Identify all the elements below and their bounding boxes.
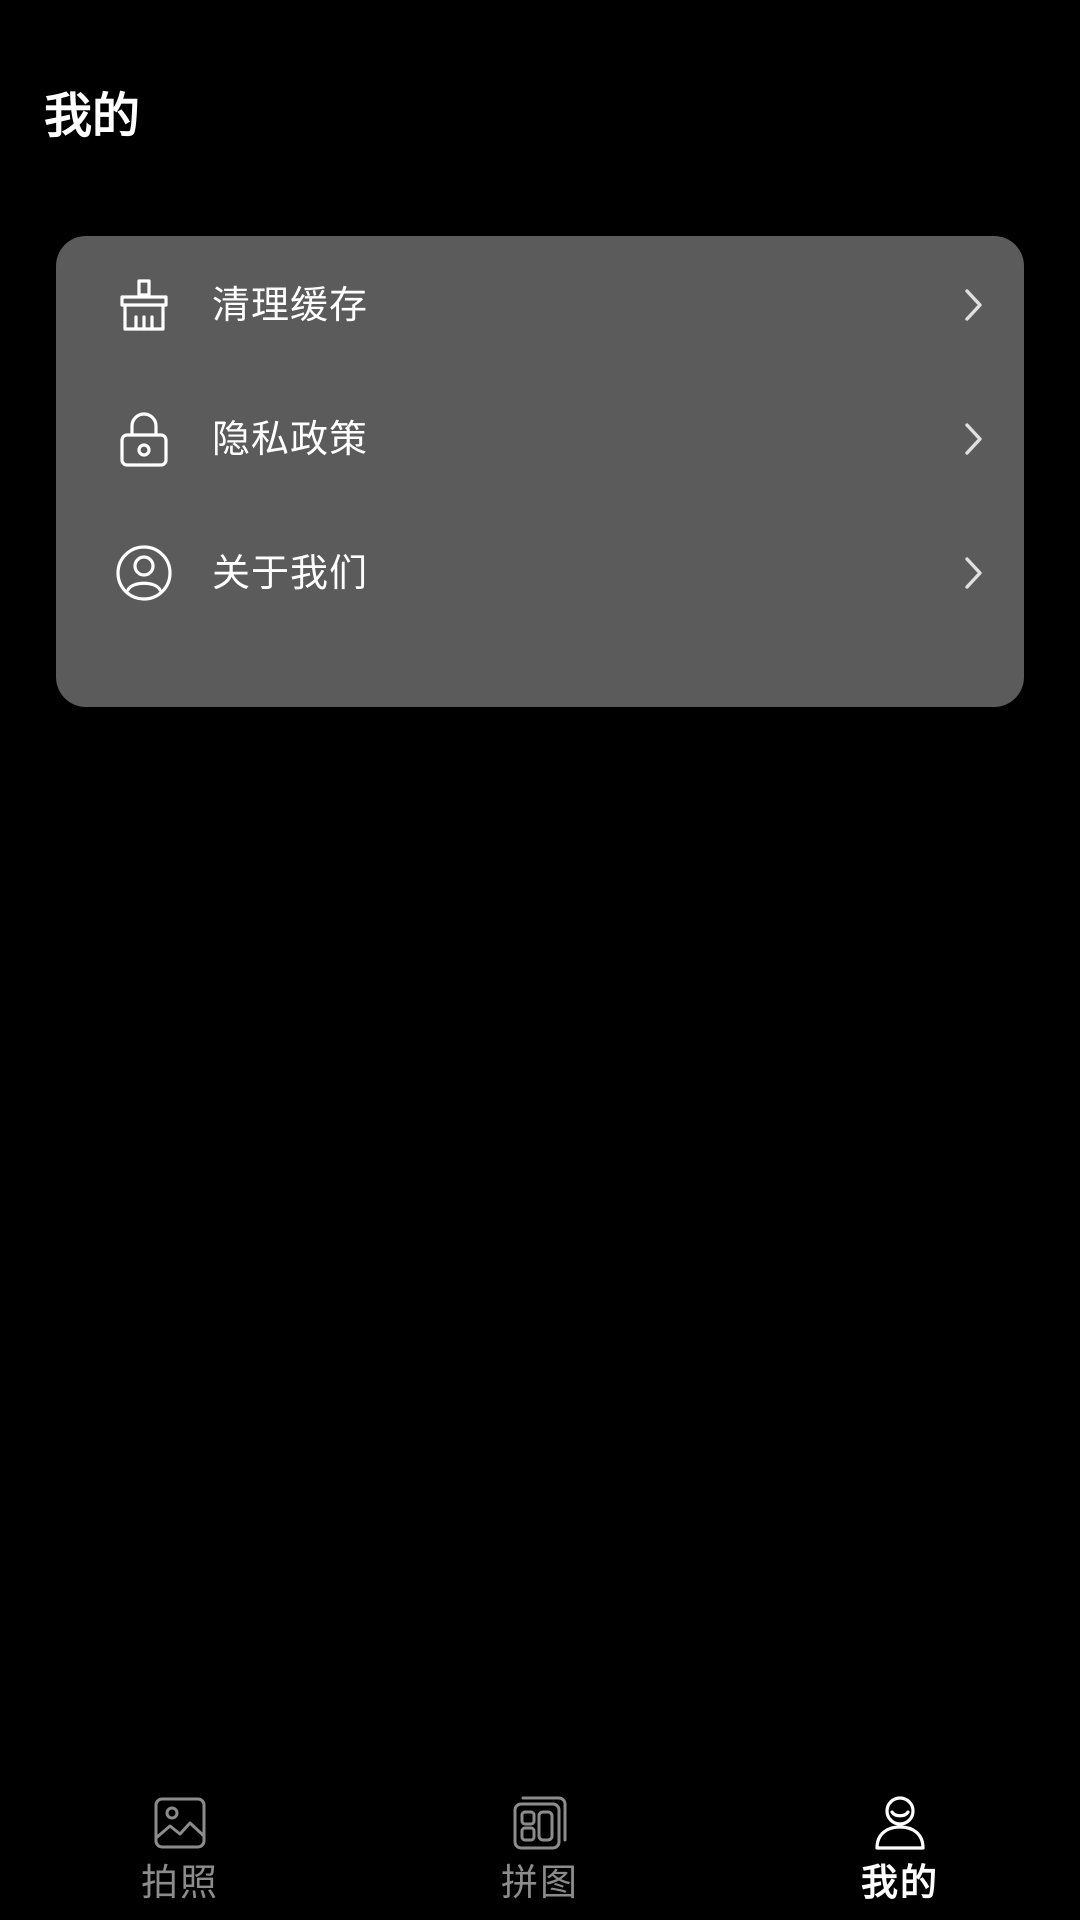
menu-item-label: 隐私政策	[212, 417, 369, 461]
user-circle-icon	[114, 543, 174, 603]
nav-tab-photo[interactable]: 拍照	[0, 1780, 360, 1920]
chevron-right-icon	[958, 553, 988, 593]
broom-icon	[114, 275, 174, 335]
nav-tab-label: 我的	[861, 1861, 939, 1904]
menu-item-clear-cache[interactable]: 清理缓存	[56, 238, 1024, 372]
nav-tab-label: 拼图	[501, 1861, 579, 1904]
lock-icon	[114, 409, 174, 469]
bottom-navigation: 拍照 拼图 我的	[0, 1780, 1080, 1920]
settings-menu-card: 清理缓存 隐私政策 关于我们	[56, 236, 1024, 707]
menu-item-label: 关于我们	[212, 551, 369, 595]
chevron-right-icon	[958, 285, 988, 325]
nav-tab-mine[interactable]: 我的	[720, 1780, 1080, 1920]
menu-item-about-us[interactable]: 关于我们	[56, 506, 1024, 640]
menu-item-privacy-policy[interactable]: 隐私政策	[56, 372, 1024, 506]
page-title: 我的	[44, 88, 141, 144]
collage-icon	[511, 1794, 569, 1852]
menu-item-label: 清理缓存	[212, 283, 369, 327]
person-icon	[871, 1794, 929, 1852]
image-icon	[151, 1794, 209, 1852]
nav-tab-collage[interactable]: 拼图	[360, 1780, 720, 1920]
chevron-right-icon	[958, 419, 988, 459]
nav-tab-label: 拍照	[141, 1861, 219, 1904]
